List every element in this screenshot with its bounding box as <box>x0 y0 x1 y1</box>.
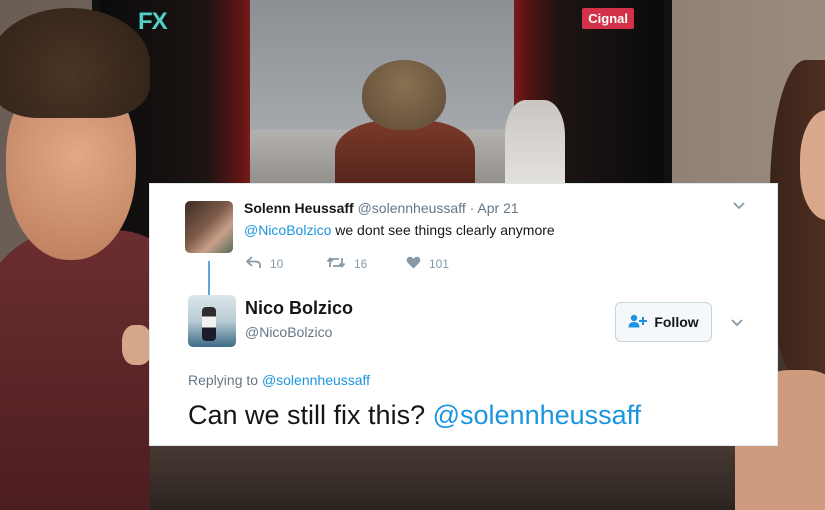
reply-tweet-body: Can we still fix this? <box>188 400 426 430</box>
avatar-person-figure <box>202 307 216 341</box>
retweet-count: 16 <box>354 257 368 271</box>
original-handle[interactable]: @solennheussaff <box>358 200 466 216</box>
fx-channel-logo: FX <box>138 8 168 35</box>
solenn-avatar[interactable] <box>185 201 233 253</box>
replying-to-line: Replying to @solennheussaff <box>188 372 370 388</box>
man-hair <box>0 8 150 118</box>
reply-chevron-down-icon[interactable] <box>730 315 744 331</box>
original-tweet-header: Solenn Heussaff @solennheussaff · Apr 21 <box>244 200 519 216</box>
like-action[interactable]: 101 <box>406 256 449 272</box>
reply-icon <box>245 256 262 272</box>
reply-tweet-text: Can we still fix this? @solennheussaff <box>188 400 641 431</box>
thread-connector-line <box>208 261 210 295</box>
woman-hair <box>770 60 825 390</box>
date-separator: · <box>469 200 475 216</box>
follow-button[interactable]: Follow <box>615 302 712 342</box>
hand <box>122 325 152 365</box>
follow-label: Follow <box>654 314 699 330</box>
replying-prefix: Replying to <box>188 372 259 388</box>
replying-to-mention[interactable]: @solennheussaff <box>262 372 370 388</box>
cignal-channel-logo: Cignal <box>582 8 634 29</box>
reply-mention-link[interactable]: @solennheussaff <box>433 400 642 430</box>
reply-count: 10 <box>270 257 284 271</box>
reply-action[interactable]: 10 <box>245 256 284 272</box>
chevron-down-icon[interactable] <box>732 198 746 214</box>
pope-figure-head <box>362 60 446 130</box>
retweet-action[interactable]: 16 <box>326 256 367 272</box>
nico-avatar[interactable] <box>188 295 236 347</box>
original-tweet-body: we dont see things clearly anymore <box>335 222 555 238</box>
original-mention-link[interactable]: @NicoBolzico <box>244 222 331 238</box>
original-display-name[interactable]: Solenn Heussaff <box>244 200 354 216</box>
reply-handle[interactable]: @NicoBolzico <box>245 324 332 340</box>
original-date[interactable]: Apr 21 <box>477 200 518 216</box>
retweet-icon <box>326 256 346 272</box>
follow-person-plus-icon <box>628 314 648 331</box>
reply-display-name[interactable]: Nico Bolzico <box>245 298 353 319</box>
like-count: 101 <box>429 257 450 271</box>
tweet-thread-card: Solenn Heussaff @solennheussaff · Apr 21… <box>149 183 778 446</box>
original-tweet-text: @NicoBolzico we dont see things clearly … <box>244 222 555 238</box>
sofa <box>150 440 770 510</box>
heart-icon <box>406 256 421 272</box>
